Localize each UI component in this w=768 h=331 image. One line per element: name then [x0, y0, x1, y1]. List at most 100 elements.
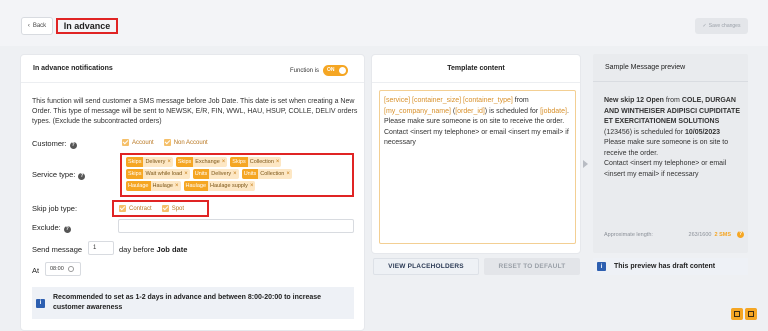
service-chip[interactable]: Haulage Haulage × — [126, 181, 181, 191]
customer-label-text: Customer: — [32, 139, 67, 148]
checkbox-label: Spot — [171, 205, 185, 212]
service-chip-value: Wait while load × — [143, 169, 190, 179]
exclude-input[interactable] — [118, 219, 354, 233]
checkbox-checked-icon — [122, 139, 129, 146]
template-text: from — [514, 97, 529, 104]
service-chip-type: Skips — [230, 157, 248, 167]
template-text: is scheduled for — [489, 107, 539, 115]
at-label: At — [32, 266, 40, 275]
placeholder-token: [jobdate] — [540, 107, 567, 115]
preview-text: Contact <insert my telephone> or email <… — [604, 160, 727, 178]
close-icon[interactable]: × — [175, 183, 179, 189]
service-chip-type: Skips — [175, 157, 194, 167]
recommendation-note: i Recommended to set as 1-2 days in adva… — [32, 287, 354, 319]
service-chip-type: Haulage — [183, 181, 209, 191]
save-changes-label: Save changes — [708, 23, 741, 29]
service-chip-text: Collection — [249, 159, 274, 165]
service-chip-type: Skips — [126, 157, 144, 167]
view-placeholders-button[interactable]: VIEW PLACEHOLDERS — [373, 258, 479, 275]
close-icon[interactable]: × — [286, 171, 290, 177]
preview-text: Please make sure someone is on site to r… — [604, 139, 729, 157]
corner-action-button[interactable] — [731, 308, 743, 320]
arrow-right-icon — [583, 160, 588, 168]
square-icon — [734, 311, 740, 317]
service-chip[interactable]: Skips Wait while load × — [126, 169, 190, 179]
corner-action-button[interactable] — [745, 308, 757, 320]
draft-content-text: This preview has draft content — [614, 263, 716, 270]
close-icon[interactable]: × — [233, 171, 237, 177]
service-chip-value: Haulage supply × — [208, 181, 256, 191]
service-chip[interactable]: Haulage Haulage supply × — [183, 181, 256, 191]
help-icon[interactable]: ? — [69, 142, 77, 149]
save-changes-button[interactable]: ✓ Save changes — [695, 18, 748, 34]
service-chip[interactable]: Skips Delivery × — [126, 157, 173, 167]
template-text: Please make sure someone is on site to r… — [384, 118, 565, 125]
service-chip-value: Haulage × — [150, 181, 181, 191]
placeholder-token: [container_type] — [463, 97, 513, 104]
placeholder-token: [container_size] — [412, 97, 462, 104]
message-length: Approximate length: 263/1600 2 SMS ? — [604, 231, 744, 238]
chevron-left-icon: ‹ — [27, 23, 30, 29]
service-type-multiselect[interactable]: Skips Delivery × Skips Exchange × Skips Collect… — [120, 153, 354, 197]
placeholder-token: [service] — [384, 97, 411, 104]
draft-content-note: i This preview has draft content — [593, 258, 748, 275]
checkbox-checked-icon — [163, 139, 171, 146]
template-panel-title: Template content — [372, 55, 580, 83]
service-chip-text: Wait while load — [145, 171, 183, 177]
template-text: ) — [484, 107, 488, 115]
toggle-state-label: ON — [327, 67, 335, 73]
exclude-label-text: Exclude: — [32, 223, 61, 232]
checkbox-checked-icon — [119, 205, 126, 212]
placeholder-token: [order_id] — [455, 107, 485, 115]
info-icon: i — [36, 298, 45, 308]
exclude-label: Exclude:? — [32, 223, 71, 233]
close-icon[interactable]: × — [276, 159, 280, 165]
preview-text: (123456) — [604, 128, 633, 136]
service-chip-value: Delivery × — [143, 157, 173, 167]
template-text: . — [566, 107, 569, 115]
checkbox-label: Non Account — [173, 139, 208, 146]
service-chip-value: Exchange × — [193, 157, 228, 167]
customer-account-checkbox[interactable]: Account — [122, 139, 154, 146]
reset-to-default-button[interactable]: RESET TO DEFAULT — [484, 258, 580, 275]
close-icon[interactable]: × — [222, 159, 226, 165]
help-icon[interactable]: ? — [737, 231, 744, 238]
customer-non-account-checkbox[interactable]: Non Account — [163, 139, 208, 146]
clock-icon — [67, 266, 74, 272]
service-chip-text: Haulage supply — [210, 183, 248, 189]
service-chip[interactable]: Units Delivery × — [192, 169, 239, 179]
close-icon[interactable]: × — [184, 171, 188, 177]
close-icon[interactable]: × — [250, 183, 254, 189]
service-chip[interactable]: Skips Collection × — [230, 157, 282, 167]
length-label: Approximate length: — [604, 231, 653, 238]
close-icon[interactable]: × — [167, 159, 171, 165]
preview-text: from — [665, 97, 680, 104]
skip-spot-checkbox[interactable]: Spot — [161, 205, 185, 212]
service-type-label-text: Service type: — [32, 170, 76, 179]
function-description: This function will send customer a SMS m… — [32, 98, 358, 125]
send-time-input[interactable]: 08:00 — [45, 262, 81, 276]
preview-bold: 10/05/2023 — [684, 128, 721, 136]
placeholder-token: [my_company_name] — [384, 107, 451, 115]
function-toggle[interactable]: ON — [323, 65, 349, 76]
checkbox-checked-icon — [161, 205, 169, 212]
preview-panel-title: Sample Message preview — [593, 54, 748, 82]
service-chip-type: Skips — [126, 169, 144, 179]
service-chip-type: Units — [192, 169, 210, 179]
service-chip[interactable]: Units Collection × — [241, 169, 292, 179]
back-button[interactable]: ‹ Back — [21, 17, 53, 35]
service-chip-value: Delivery × — [209, 169, 239, 179]
checkbox-label: Contract — [129, 205, 152, 212]
back-button-label: Back — [32, 23, 47, 29]
service-chip[interactable]: Skips Exchange × — [175, 157, 228, 167]
info-icon: i — [597, 262, 606, 271]
skip-contract-checkbox[interactable]: Contract — [119, 205, 152, 212]
preview-text: is scheduled for — [633, 128, 684, 136]
send-time-value: 08:00 — [50, 266, 64, 272]
preview-bold: New skip 12 Open — [604, 97, 664, 104]
help-icon[interactable]: ? — [63, 226, 71, 233]
template-editor[interactable]: [service] [container_size] [container_ty… — [379, 90, 576, 244]
help-icon[interactable]: ? — [78, 173, 86, 180]
days-before-input[interactable]: 1 — [88, 241, 114, 255]
service-chip-text: Exchange — [195, 159, 220, 165]
